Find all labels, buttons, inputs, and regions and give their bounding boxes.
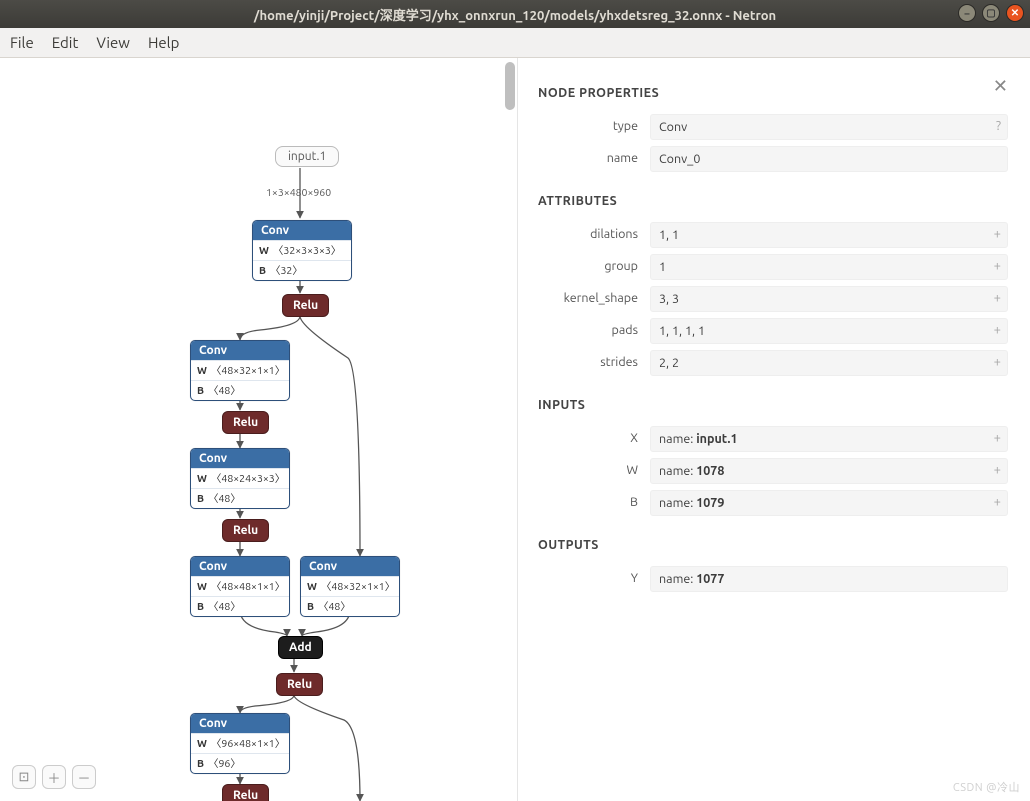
output-y-label: Y [538, 566, 650, 592]
attr-pads-value[interactable]: 1, 1, 1, 1 + [650, 318, 1008, 344]
menu-file[interactable]: File [10, 34, 34, 51]
window-maximize-button[interactable]: ▢ [982, 4, 1000, 22]
menu-view[interactable]: View [96, 34, 130, 51]
menu-edit[interactable]: Edit [52, 34, 79, 51]
prop-type-label: type [538, 114, 650, 140]
zoom-out-button[interactable]: － [72, 765, 96, 789]
section-node-properties: NODE PROPERTIES [538, 86, 1008, 100]
attr-strides-value[interactable]: 2, 2 + [650, 350, 1008, 376]
graph-node-conv1[interactable]: Conv W〈48×32×1×1〉 B〈48〉 [190, 340, 290, 401]
graph-node-conv2[interactable]: Conv W〈48×24×3×3〉 B〈48〉 [190, 448, 290, 509]
attr-kernel-shape-value[interactable]: 3, 3 + [650, 286, 1008, 312]
input-b-label: B [538, 490, 650, 516]
section-outputs: OUTPUTS [538, 538, 1008, 552]
attr-kernel-shape-label: kernel_shape [538, 286, 650, 312]
watermark: CSDN @冷山 [953, 779, 1020, 795]
graph-node-conv3[interactable]: Conv W〈48×48×1×1〉 B〈48〉 [190, 556, 290, 617]
graph-canvas[interactable]: input.1 1×3×480×960 Conv W〈32×3×3×3〉 B〈3… [0, 58, 518, 801]
graph-input-node[interactable]: input.1 [275, 146, 339, 167]
graph-node-relu3[interactable]: Relu [276, 673, 323, 696]
help-icon[interactable]: ? [996, 119, 1001, 133]
graph-node-relu2[interactable]: Relu [222, 519, 269, 542]
zoom-controls: ⊡ ＋ － [12, 765, 96, 789]
attr-strides-label: strides [538, 350, 650, 376]
output-y-value[interactable]: name: 1077 [650, 566, 1008, 592]
expand-icon[interactable]: + [994, 463, 1001, 477]
prop-name-value[interactable]: Conv_0 [650, 146, 1008, 172]
zoom-fit-button[interactable]: ⊡ [12, 765, 36, 789]
input-w-value[interactable]: name: 1078 + [650, 458, 1008, 484]
prop-type-value[interactable]: Conv ? [650, 114, 1008, 140]
input-x-label: X [538, 426, 650, 452]
section-attributes: ATTRIBUTES [538, 194, 1008, 208]
expand-icon[interactable]: + [994, 227, 1001, 241]
expand-icon[interactable]: + [994, 259, 1001, 273]
graph-node-conv4[interactable]: Conv W〈48×32×1×1〉 B〈48〉 [300, 556, 400, 617]
graph-node-conv0[interactable]: Conv W〈32×3×3×3〉 B〈32〉 [252, 220, 352, 281]
expand-icon[interactable]: + [994, 355, 1001, 369]
section-inputs: INPUTS [538, 398, 1008, 412]
attr-pads-label: pads [538, 318, 650, 344]
attr-dilations-value[interactable]: 1, 1 + [650, 222, 1008, 248]
attr-dilations-label: dilations [538, 222, 650, 248]
graph-node-relu4[interactable]: Relu [222, 784, 269, 801]
expand-icon[interactable]: + [994, 291, 1001, 305]
window-titlebar: /home/yinji/Project/深度学习/yhx_onnxrun_120… [0, 0, 1030, 28]
menubar: File Edit View Help [0, 28, 1030, 58]
window-title: /home/yinji/Project/深度学习/yhx_onnxrun_120… [254, 5, 776, 24]
attr-group-label: group [538, 254, 650, 280]
properties-panel: ✕ NODE PROPERTIES type Conv ? name Conv_… [518, 58, 1030, 801]
expand-icon[interactable]: + [994, 495, 1001, 509]
input-x-value[interactable]: name: input.1 + [650, 426, 1008, 452]
input-b-value[interactable]: name: 1079 + [650, 490, 1008, 516]
graph-node-conv5[interactable]: Conv W〈96×48×1×1〉 B〈96〉 [190, 713, 290, 774]
expand-icon[interactable]: + [994, 323, 1001, 337]
zoom-in-button[interactable]: ＋ [42, 765, 66, 789]
attr-group-value[interactable]: 1 + [650, 254, 1008, 280]
graph-node-relu1[interactable]: Relu [222, 411, 269, 434]
prop-name-label: name [538, 146, 650, 172]
expand-icon[interactable]: + [994, 431, 1001, 445]
graph-node-add[interactable]: Add [278, 636, 323, 659]
input-w-label: W [538, 458, 650, 484]
window-minimize-button[interactable]: – [958, 4, 976, 22]
graph-node-relu0[interactable]: Relu [282, 294, 329, 317]
window-close-button[interactable]: ✕ [1006, 4, 1024, 22]
menu-help[interactable]: Help [148, 34, 179, 51]
close-icon[interactable]: ✕ [993, 76, 1008, 97]
tensor-shape-label: 1×3×480×960 [266, 186, 331, 198]
